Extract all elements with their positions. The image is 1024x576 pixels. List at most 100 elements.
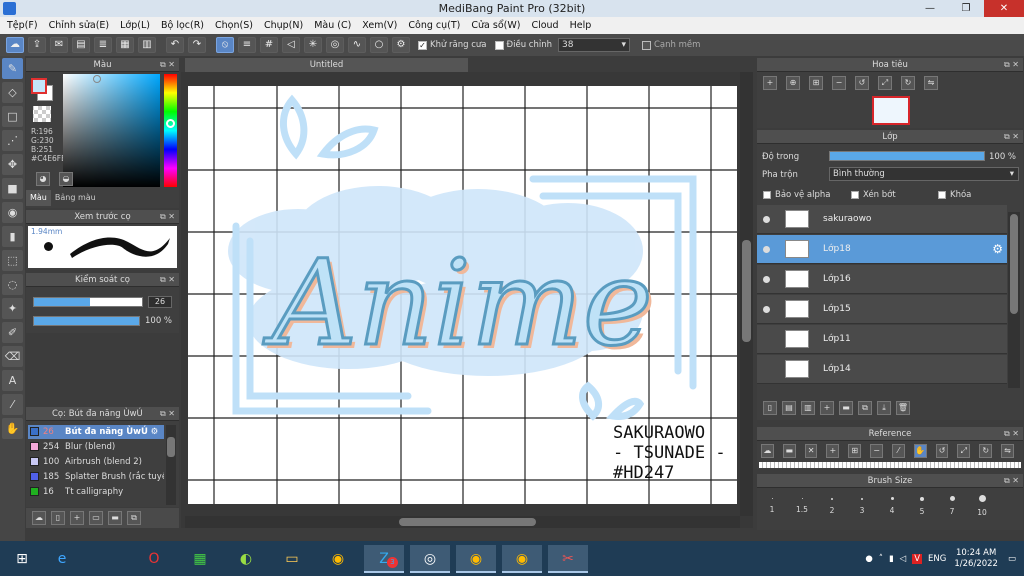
brush-size-preset[interactable]: 4 — [877, 490, 907, 526]
menu-window[interactable]: Cửa sổ(W) — [467, 20, 527, 31]
share-icon[interactable]: ⇪ — [28, 37, 46, 53]
undo-icon[interactable]: ↶ — [166, 37, 184, 53]
new-8bit-layer-icon[interactable]: ▥ — [801, 401, 815, 415]
eyedropper-icon[interactable]: ⁄ — [2, 394, 23, 415]
layer-row[interactable]: sakuraowo — [757, 205, 1007, 234]
text-tool-icon[interactable]: A — [2, 370, 23, 391]
brush-list-scrollbar[interactable] — [166, 425, 176, 505]
close-icon[interactable]: ✕ — [804, 444, 818, 458]
hand-tool-icon[interactable]: ✋ — [2, 418, 23, 439]
gear-icon[interactable]: ⚙ — [151, 427, 159, 437]
duplicate-layer-icon[interactable]: ⧉ — [858, 401, 872, 415]
cloud-icon[interactable]: ☁ — [6, 37, 24, 53]
folder-icon[interactable]: ▬ — [839, 401, 853, 415]
brush-item[interactable]: 100 Airbrush (blend 2) — [28, 455, 164, 469]
panel-controls-icon[interactable]: ⧉ ✕ — [160, 58, 175, 72]
redo-icon[interactable]: ↷ — [188, 37, 206, 53]
layer-row[interactable]: Lớp14 — [757, 355, 1007, 384]
brush-item[interactable]: 26 Bút đa năng ÙwÚ ⚙ — [28, 425, 164, 439]
layer-opacity-slider[interactable] — [829, 151, 985, 161]
chrome-profile-icon[interactable]: ◉ — [456, 545, 496, 573]
snap-settings-icon[interactable]: ⚙ — [392, 37, 410, 53]
menu-filter[interactable]: Bộ lọc(R) — [157, 20, 211, 31]
panel-icon[interactable]: ▥ — [138, 37, 156, 53]
panel-controls-icon[interactable]: ⧉ ✕ — [1004, 58, 1019, 72]
list-icon[interactable]: ≣ — [94, 37, 112, 53]
select-eraser-icon[interactable]: ⌫ — [2, 346, 23, 367]
gradient-tool-icon[interactable]: ▮ — [2, 226, 23, 247]
layer-row[interactable]: Lớp15 — [757, 295, 1007, 324]
rotate-right-icon[interactable]: ↻ — [979, 444, 993, 458]
rotate-right-icon[interactable]: ↻ — [901, 76, 915, 90]
blend-mode-select[interactable]: Bình thường ▾ — [829, 167, 1019, 181]
eye-icon[interactable] — [763, 366, 770, 373]
adjust-checkbox[interactable] — [494, 40, 504, 50]
hand-icon[interactable]: ✋ — [913, 444, 927, 458]
zoom-icon[interactable]: ⊕ — [786, 76, 800, 90]
circle-snap-icon[interactable]: ◎ — [326, 37, 344, 53]
duplicate-icon[interactable]: ⧉ — [127, 511, 141, 525]
brush-size-preset[interactable]: 2 — [817, 490, 847, 526]
panel-controls-icon[interactable]: ⧉ ✕ — [1004, 474, 1019, 488]
cross-snap-icon[interactable]: # — [260, 37, 278, 53]
menu-edit[interactable]: Chỉnh sửa(E) — [45, 20, 117, 31]
dot-tool-icon[interactable]: ⋰ — [2, 130, 23, 151]
canvas-horizontal-scrollbar[interactable] — [185, 516, 740, 528]
menu-tools[interactable]: Công cụ(T) — [404, 20, 467, 31]
zoom-in-icon[interactable]: + — [826, 444, 840, 458]
eraser-tool-icon[interactable]: ◇ — [2, 82, 23, 103]
new-brush-icon[interactable]: ▯ — [51, 511, 65, 525]
eye-icon[interactable] — [763, 276, 770, 283]
new-layer-icon[interactable]: ▯ — [763, 401, 777, 415]
cloud-icon[interactable]: ☁ — [761, 444, 774, 458]
brush-opacity-slider[interactable] — [33, 316, 140, 326]
brush-size-preset[interactable]: 3 — [847, 490, 877, 526]
menu-color[interactable]: Màu (C) — [310, 20, 358, 31]
add-brush-icon[interactable]: + — [70, 511, 84, 525]
snipping-tool-icon[interactable]: ✂ — [548, 545, 588, 573]
brush-size-preset[interactable]: 1.5 — [787, 490, 817, 526]
tab-palette[interactable]: Bảng màu — [51, 190, 100, 206]
doc-icon[interactable]: ▤ — [72, 37, 90, 53]
tab-color[interactable]: Màu — [26, 190, 51, 206]
clock[interactable]: 10:24 AM 1/26/2022 — [954, 548, 998, 570]
brush-size-slider[interactable] — [33, 297, 143, 307]
ring-snap-icon[interactable]: ○ — [370, 37, 388, 53]
brush-size-preset[interactable]: 5 — [907, 490, 937, 526]
saturation-value-picker[interactable] — [63, 74, 160, 187]
comment-icon[interactable]: ✉ — [50, 37, 68, 53]
gear-icon[interactable]: ⚙ — [992, 242, 1003, 256]
tray-chevron-icon[interactable]: ˄ — [879, 554, 883, 564]
protect-alpha-checkbox[interactable]: Bảo vệ alpha — [763, 190, 830, 200]
transparent-swatch[interactable] — [33, 106, 51, 122]
blank-app-icon[interactable] — [88, 545, 128, 573]
flip-icon[interactable]: ⇋ — [924, 76, 938, 90]
parallel-snap-icon[interactable]: ≡ — [238, 37, 256, 53]
tray-messenger-icon[interactable]: ● — [865, 554, 872, 564]
opera-icon[interactable]: O — [134, 545, 174, 573]
eye-icon[interactable] — [763, 306, 770, 313]
curve-snap-icon[interactable]: ∿ — [348, 37, 366, 53]
layer-row[interactable]: Lớp16 — [757, 265, 1007, 294]
layer-row[interactable]: Lớp18 ⚙ — [757, 235, 1007, 264]
layer-row[interactable]: Lớp11 — [757, 325, 1007, 354]
eye-icon[interactable] — [763, 216, 770, 223]
tray-volume-icon[interactable]: ◁ — [900, 554, 907, 564]
antialias-checkbox[interactable]: ✓ — [418, 40, 427, 50]
layer-list-scrollbar[interactable] — [1008, 212, 1020, 388]
rotate-icon[interactable]: ↺ — [935, 444, 949, 458]
file-explorer-icon[interactable]: ▭ — [272, 545, 312, 573]
drawing-canvas[interactable]: Anime Anime SAKURAOWO - TSUNADE - #HD247 — [188, 86, 737, 504]
menu-view[interactable]: Xem(V) — [358, 20, 404, 31]
lasso-tool-icon[interactable]: ◌ — [2, 274, 23, 295]
adjust-select[interactable]: 38 ▾ — [557, 38, 630, 52]
menu-snap[interactable]: Chụp(N) — [260, 20, 310, 31]
tray-vietkey-icon[interactable]: V — [912, 553, 923, 564]
foreground-color-swatch[interactable] — [31, 78, 47, 94]
store-icon[interactable]: ▦ — [180, 545, 220, 573]
panel-controls-icon[interactable]: ⧉ ✕ — [160, 407, 175, 421]
fullscreen-icon[interactable]: ⤢ — [878, 76, 892, 90]
tray-network-icon[interactable]: ▮ — [889, 554, 894, 564]
cloud-brush-icon[interactable]: ☁ — [32, 511, 46, 525]
brush-size-value[interactable]: 26 — [148, 296, 172, 308]
